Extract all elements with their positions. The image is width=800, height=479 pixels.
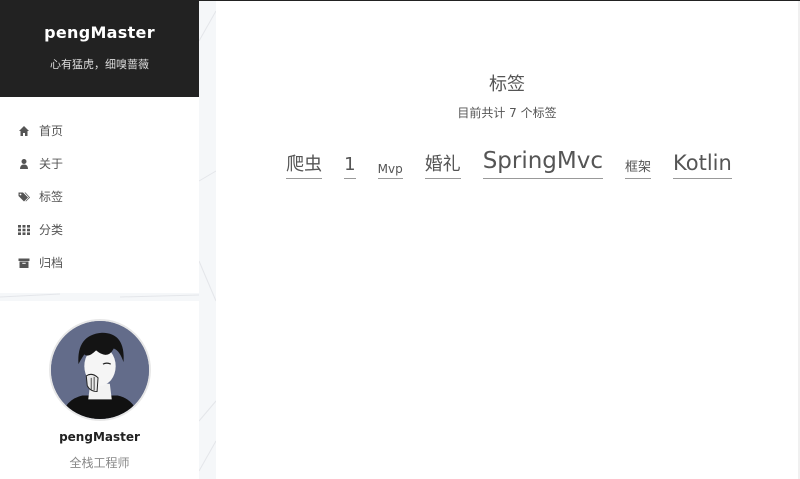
avatar	[48, 319, 151, 421]
nav-menu: 首页 关于 标签 分类 归档	[0, 97, 199, 293]
user-icon	[18, 158, 30, 170]
menu-item-archives[interactable]: 归档	[0, 246, 199, 279]
menu-item-label: 关于	[39, 157, 64, 171]
tag-link[interactable]: 爬虫	[286, 154, 323, 179]
menu-item-label: 标签	[39, 190, 64, 204]
menu-item-tags[interactable]: 标签	[0, 180, 199, 213]
tag-link[interactable]: Mvp	[377, 162, 403, 179]
page-title: 标签	[489, 74, 525, 95]
site-subtitle: 心有猛虎，细嗅蔷薇	[50, 58, 149, 71]
site-brand: pengMaster 心有猛虎，细嗅蔷薇	[0, 1, 199, 97]
tag-link[interactable]: 框架	[625, 160, 652, 179]
menu-item-label: 首页	[39, 124, 64, 138]
menu-item-home[interactable]: 首页	[0, 114, 199, 147]
menu-item-label: 归档	[39, 256, 64, 270]
home-icon	[18, 125, 30, 137]
tag-link[interactable]: Kotlin	[673, 151, 732, 179]
menu-item-categories[interactable]: 分类	[0, 213, 199, 246]
author-profile: pengMaster 全栈工程师	[0, 301, 199, 479]
tags-icon	[18, 191, 30, 203]
menu-item-label: 分类	[39, 223, 64, 237]
tag-cloud: 爬虫 1 Mvp 婚礼 SpringMvc 框架 Kotlin	[216, 139, 798, 179]
tag-count-text: 目前共计 7 个标签	[457, 106, 557, 120]
author-description: 全栈工程师	[69, 456, 130, 470]
site-title[interactable]: pengMaster	[0, 1, 199, 42]
tag-link[interactable]: SpringMvc	[482, 148, 604, 179]
author-name: pengMaster	[59, 430, 140, 444]
tag-link[interactable]: 婚礼	[424, 154, 461, 179]
menu-item-about[interactable]: 关于	[0, 147, 199, 180]
grid-icon	[18, 224, 30, 236]
tag-link[interactable]: 1	[344, 154, 356, 179]
sidebar: pengMaster 心有猛虎，细嗅蔷薇 首页 关于 标签 分类 归档 peng…	[0, 1, 199, 479]
main-content: 标签 目前共计 7 个标签 爬虫 1 Mvp 婚礼 SpringMvc 框架 K…	[216, 1, 798, 479]
archive-icon	[18, 257, 30, 269]
